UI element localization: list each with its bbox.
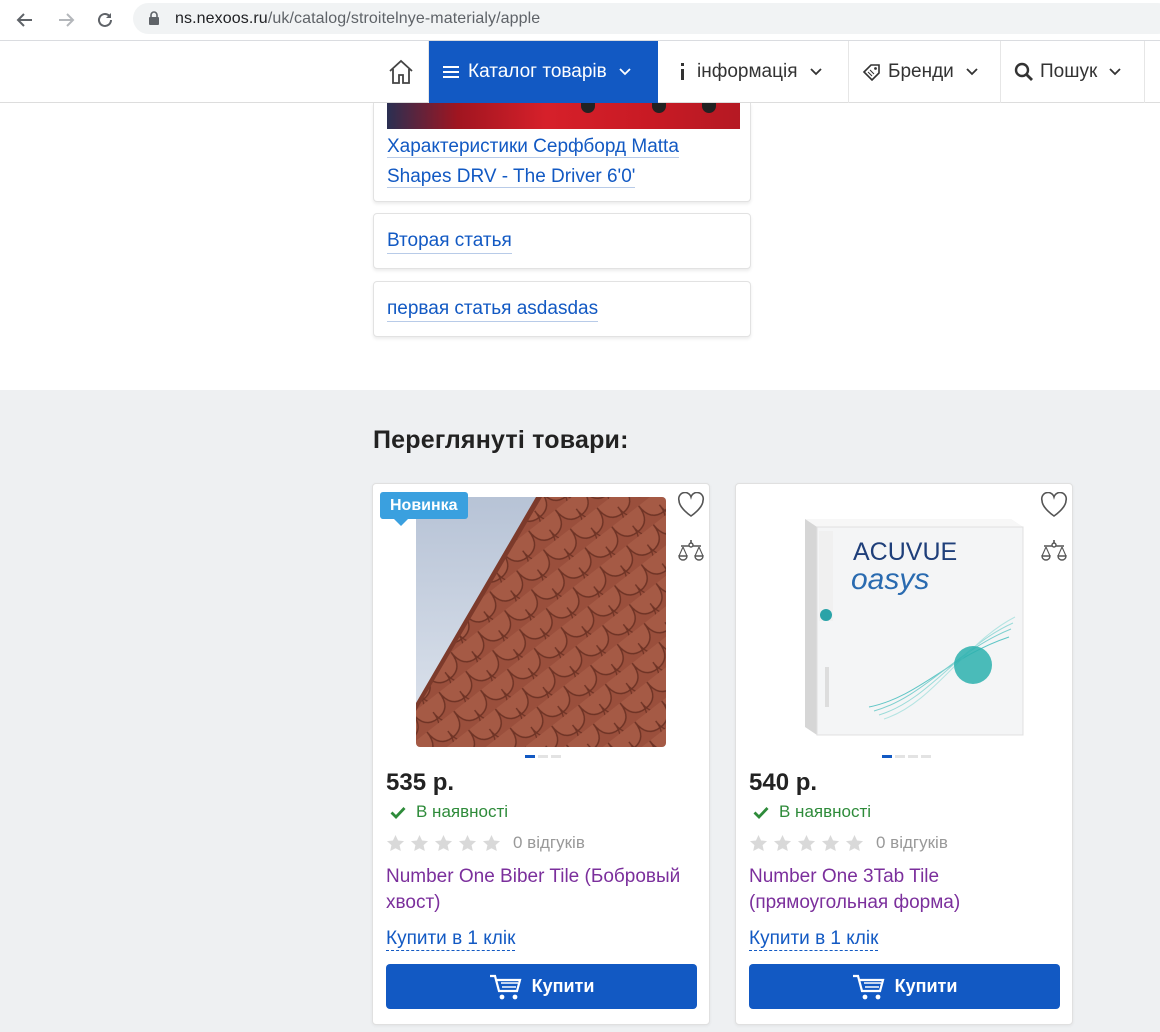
new-badge: Новинка <box>380 492 468 526</box>
product-image[interactable]: ACUVUE oasys <box>779 497 1029 747</box>
chevron-down-icon <box>1109 68 1121 76</box>
article-title-link[interactable]: Вторая статья <box>387 229 512 254</box>
cart-icon <box>489 974 522 999</box>
buy-button[interactable]: Купити <box>386 964 697 1009</box>
product-name-link[interactable]: Number One Biber Tile (Бобровый хвост) <box>386 864 704 916</box>
menu-catalog-label: Каталог товарів <box>468 61 607 82</box>
article-card[interactable]: Вторая статья <box>373 213 751 269</box>
star-icon <box>773 834 792 852</box>
product-card: Новинка 535 р. В наявності 0 відгуків Nu… <box>372 483 710 1025</box>
lock-icon <box>149 11 159 25</box>
menu-catalog[interactable]: Каталог товарів <box>429 41 658 103</box>
reviews-count[interactable]: 0 відгуків <box>876 833 948 853</box>
slider-dot[interactable] <box>551 755 561 758</box>
product-card: ACUVUE oasys 540 р. В наявності 0 відгук… <box>735 483 1073 1025</box>
main-menu: Каталог товарів інформація Бренди Пошук <box>373 41 1145 103</box>
forward-button[interactable] <box>50 4 82 36</box>
menu-information[interactable]: інформація <box>658 41 849 103</box>
star-icon <box>482 834 501 852</box>
product-name-link[interactable]: Number One 3Tab Tile (прямоугольная форм… <box>749 864 1067 916</box>
chevron-down-icon <box>809 68 822 76</box>
chevron-down-icon <box>619 68 631 76</box>
buy-button[interactable]: Купити <box>749 964 1060 1009</box>
browser-toolbar: ns.nexoos.ru/uk/catalog/stroitelnye-mate… <box>0 0 1160 41</box>
slider-dot[interactable] <box>895 755 905 758</box>
hamburger-icon <box>443 66 459 78</box>
svg-text:oasys: oasys <box>851 563 929 596</box>
svg-text:ACUVUE: ACUVUE <box>853 538 957 566</box>
product-image[interactable] <box>416 497 666 747</box>
slider-dot[interactable] <box>882 755 892 758</box>
star-icon <box>386 834 405 852</box>
site-header: Каталог товарів інформація Бренди Пошук <box>0 41 1160 103</box>
stock-status: В наявності <box>753 802 871 822</box>
checkmark-icon <box>753 806 769 819</box>
star-icon <box>749 834 768 852</box>
menu-information-label: інформація <box>697 61 798 82</box>
star-icon <box>821 834 840 852</box>
star-icon <box>410 834 429 852</box>
menu-brands-label: Бренди <box>888 61 954 82</box>
menu-brands[interactable]: Бренди <box>849 41 1001 103</box>
rating[interactable]: 0 відгуків <box>386 833 585 853</box>
slider-dot[interactable] <box>921 755 931 758</box>
menu-search[interactable]: Пошук <box>1001 41 1145 103</box>
rating[interactable]: 0 відгуків <box>749 833 948 853</box>
compare-scales-icon[interactable] <box>1040 538 1068 564</box>
menu-search-label: Пошук <box>1040 61 1098 82</box>
star-icon <box>458 834 477 852</box>
tag-icon <box>862 64 880 81</box>
buy-button-label: Купити <box>894 976 958 996</box>
chevron-down-icon <box>966 68 978 76</box>
checkmark-icon <box>390 806 406 819</box>
reviews-count[interactable]: 0 відгуків <box>513 833 585 853</box>
one-click-buy-link[interactable]: Купити в 1 клік <box>386 927 516 951</box>
article-image[interactable] <box>387 103 740 129</box>
product-price: 540 р. <box>749 769 818 796</box>
slider-dot[interactable] <box>525 755 535 758</box>
buy-button-label: Купити <box>531 976 595 996</box>
menu-home[interactable] <box>373 41 429 103</box>
cart-icon <box>852 974 885 999</box>
one-click-buy-link[interactable]: Купити в 1 клік <box>749 927 879 951</box>
heart-icon[interactable] <box>1040 492 1068 518</box>
acuvue-box-image: ACUVUE oasys <box>779 497 1029 747</box>
arrow-right-icon <box>59 13 75 27</box>
home-icon <box>388 59 413 84</box>
stock-status: В наявності <box>390 802 508 822</box>
image-slider-dots[interactable] <box>525 755 561 758</box>
slider-dot[interactable] <box>538 755 548 758</box>
article-title-link[interactable]: Характеристики Серфборд Matta Shapes DRV… <box>387 132 717 192</box>
article-title-link[interactable]: первая статья asdasdas <box>387 297 599 322</box>
roof-shingles-image <box>416 497 666 747</box>
article-card[interactable]: Характеристики Серфборд Matta Shapes DRV… <box>373 103 751 202</box>
url-text: ns.nexoos.ru/uk/catalog/stroitelnye-mate… <box>175 10 541 27</box>
reload-icon <box>98 12 112 27</box>
stock-label: В наявності <box>416 802 509 821</box>
reload-button[interactable] <box>89 4 121 36</box>
image-slider-dots[interactable] <box>882 755 931 758</box>
address-bar[interactable]: ns.nexoos.ru/uk/catalog/stroitelnye-mate… <box>133 3 1160 34</box>
stock-label: В наявності <box>779 802 872 821</box>
product-price: 535 р. <box>386 769 455 796</box>
slider-dot[interactable] <box>908 755 918 758</box>
star-icon <box>434 834 453 852</box>
star-icon <box>845 834 864 852</box>
info-icon <box>681 63 684 80</box>
section-title: Переглянуті товари: <box>373 426 629 454</box>
back-button[interactable] <box>9 4 41 36</box>
star-icon <box>797 834 816 852</box>
search-icon <box>1014 62 1033 81</box>
heart-icon[interactable] <box>677 492 705 518</box>
compare-scales-icon[interactable] <box>677 538 705 564</box>
article-card[interactable]: первая статья asdasdas <box>373 281 751 337</box>
arrow-left-icon <box>16 13 32 27</box>
